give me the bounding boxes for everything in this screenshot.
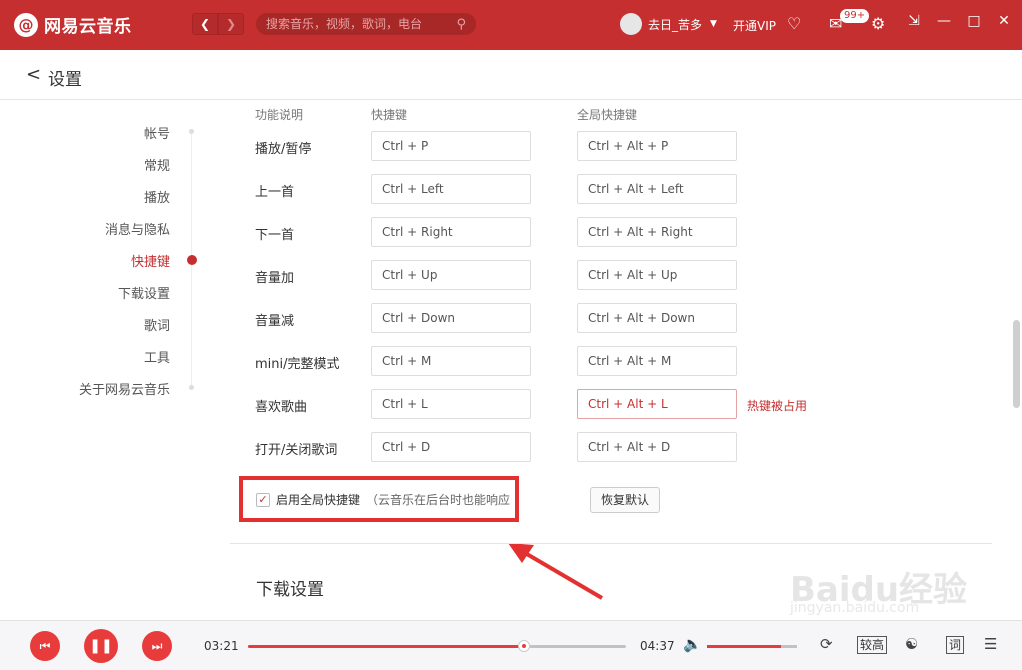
shortcut-function-label: 打开/关闭歌词 [255,443,338,458]
shortcut-key-field[interactable]: Ctrl + Up [371,260,531,290]
restore-defaults-button[interactable]: 恢复默认 [590,487,660,513]
global-shortcut-key-field[interactable]: Ctrl + Alt + Down [577,303,737,333]
download-section-title: 下载设置 [256,580,324,600]
global-shortcut-key-field[interactable]: Ctrl + Alt + P [577,131,737,161]
sidenav-dot [189,129,194,134]
shortcut-function-label: 喜欢歌曲 [255,400,308,415]
search-box: ⚲ [256,13,476,35]
mail-badge: 99+ [840,9,870,23]
sidenav-item-tools[interactable]: 工具 [144,347,170,366]
shortcut-key-field[interactable]: Ctrl + Down [371,303,531,333]
hotkey-conflict-warning: 热键被占用 [747,399,808,413]
scrollbar-thumb[interactable] [1013,320,1020,408]
global-shortcut-key-field-conflict[interactable]: Ctrl + Alt + L [577,389,737,419]
progress-knob[interactable] [517,640,530,652]
netease-logo-icon: @ [14,12,38,37]
shortcut-key-field[interactable]: Ctrl + D [371,432,531,462]
lyrics-button[interactable]: 词 [946,636,965,654]
shortcut-key-field[interactable]: Ctrl + P [371,131,531,161]
sidenav-item-about[interactable]: 关于网易云音乐 [79,379,170,398]
vip-link[interactable]: 开通VIP [733,17,776,34]
progress-slider[interactable] [248,640,626,652]
sidenav-item-account[interactable]: 帐号 [144,123,170,142]
enable-global-shortcut-option[interactable]: ✓ 启用全局快捷键 （云音乐在后台时也能响应 [256,491,510,508]
volume-fill [707,645,781,648]
history-nav: ❮ ❯ [192,13,244,35]
minimize-icon[interactable]: — [936,13,952,29]
sidenav-dot [189,385,194,390]
gear-icon[interactable]: ⚙ [871,14,885,33]
pause-icon[interactable]: ❚❚ [84,629,118,663]
annotation-arrow [508,543,604,600]
player-bar: ⏮ ❚❚ ⏭ 03:21 04:37 🔈 ⟳ 较高 ☯ 词 ☰ [0,620,1022,670]
window-controls: ⇲ — □ ✕ [906,13,1012,29]
total-time: 04:37 [640,639,675,653]
shortcut-key-field[interactable]: Ctrl + Right [371,217,531,247]
enable-global-note: （云音乐在后台时也能响应 [366,493,511,507]
sidenav-item-general[interactable]: 常规 [144,155,170,174]
shortcut-function-label: mini/完整模式 [255,357,340,372]
global-shortcut-key-field[interactable]: Ctrl + Alt + D [577,432,737,462]
shortcut-function-label: 播放/暂停 [255,142,312,157]
column-header-global: 全局快捷键 [577,108,638,122]
global-shortcut-key-field[interactable]: Ctrl + Alt + Up [577,260,737,290]
back-nav-button[interactable]: ❮ [192,13,218,35]
sidenav-item-download[interactable]: 下载设置 [118,283,170,302]
watermark-url: jingyan.baidu.com [790,600,920,616]
global-shortcut-key-field[interactable]: Ctrl + Alt + Left [577,174,737,204]
previous-track-icon[interactable]: ⏮ [30,631,60,661]
app-logo[interactable]: @ 网易云音乐 [14,12,132,37]
sidenav-dot-active [187,255,197,265]
shortcut-key-field[interactable]: Ctrl + Left [371,174,531,204]
enable-global-checkbox[interactable]: ✓ [256,492,270,507]
shortcut-key-field[interactable]: Ctrl + M [371,346,531,376]
page-title: 设置 [48,70,82,90]
column-header-function: 功能说明 [255,108,304,122]
shortcut-function-label: 下一首 [255,228,295,243]
enable-global-label[interactable]: 启用全局快捷键 [276,491,360,508]
search-icon[interactable]: ⚲ [456,17,466,32]
username[interactable]: 去日_苦多 [648,16,702,33]
close-icon[interactable]: ✕ [996,13,1012,29]
shortcut-function-label: 音量减 [255,314,295,329]
progress-fill [248,645,524,648]
loop-icon[interactable]: ⟳ [820,635,833,653]
avatar[interactable] [620,13,642,35]
back-icon[interactable]: < [26,64,41,85]
sidenav-item-privacy[interactable]: 消息与隐私 [105,219,170,238]
chevron-down-icon[interactable]: ▼ [710,19,717,29]
shortcut-key-field[interactable]: Ctrl + L [371,389,531,419]
user-menu[interactable]: 去日_苦多 ▼ [620,13,717,35]
section-divider [230,543,992,544]
quality-button[interactable]: 较高 [857,636,888,654]
volume-icon[interactable]: 🔈 [683,635,702,653]
title-bar: @ 网易云音乐 ❮ ❯ ⚲ 去日_苦多 ▼ 开通VIP ♡ ✉ 99+ ⚙ ⇲ … [0,0,1022,50]
sidenav-item-shortcuts[interactable]: 快捷键 [131,251,170,270]
mini-mode-icon[interactable]: ⇲ [906,13,922,29]
sidenav-item-lyrics[interactable]: 歌词 [144,315,170,334]
effects-icon[interactable]: ☯ [905,635,918,653]
next-track-icon[interactable]: ⏭ [142,631,172,661]
volume-slider[interactable] [707,645,797,648]
app-title: 网易云音乐 [44,17,132,37]
search-input[interactable] [266,17,457,31]
maximize-icon[interactable]: □ [966,13,982,29]
forward-nav-button[interactable]: ❯ [218,13,244,35]
shortcut-function-label: 上一首 [255,185,295,200]
shortcut-function-label: 音量加 [255,271,295,286]
current-time: 03:21 [204,639,239,653]
column-header-shortcut: 快捷键 [371,108,408,122]
global-shortcut-key-field[interactable]: Ctrl + Alt + Right [577,217,737,247]
skin-icon[interactable]: ♡ [787,14,801,33]
playlist-icon[interactable]: ☰ [984,635,997,653]
global-shortcut-key-field[interactable]: Ctrl + Alt + M [577,346,737,376]
page-header: < 设置 [0,50,1022,100]
sidenav-item-playback[interactable]: 播放 [144,187,170,206]
